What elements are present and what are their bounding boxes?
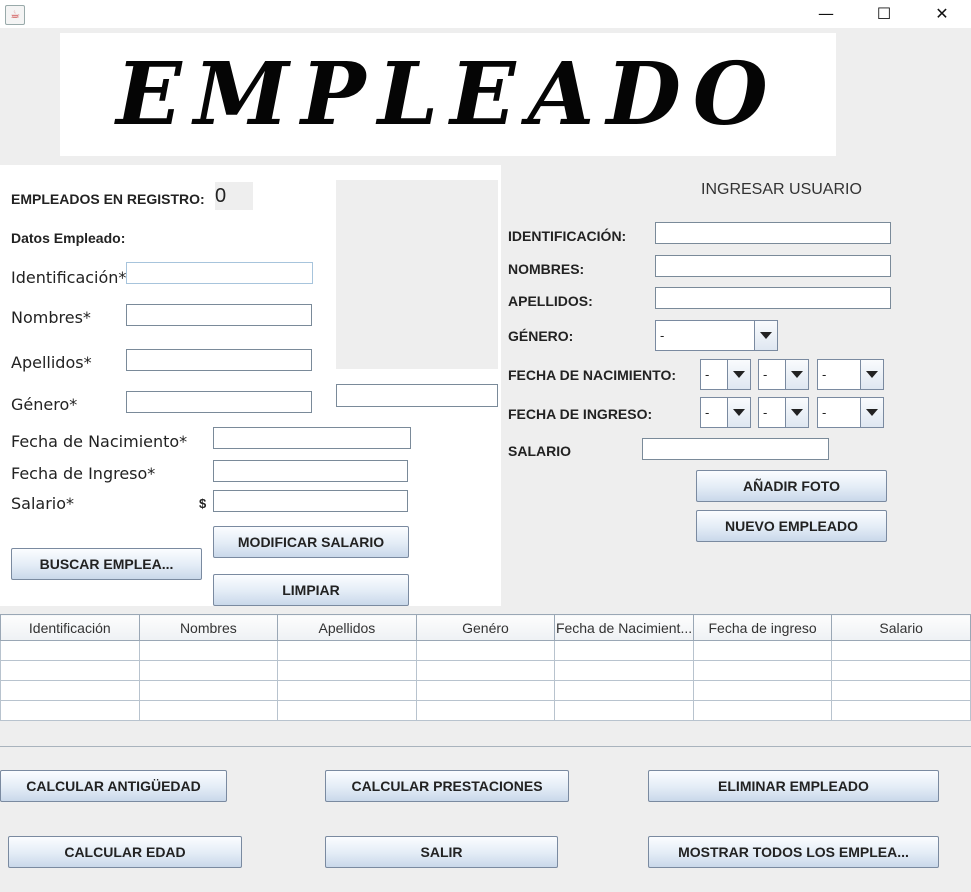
- table-row[interactable]: [0, 660, 971, 681]
- table-header-row: Identificación Nombres Apellidos Genéro …: [0, 614, 971, 641]
- eliminar-empleado-button[interactable]: ELIMINAR EMPLEADO: [648, 770, 939, 802]
- mostrar-todos-button[interactable]: MOSTRAR TODOS LOS EMPLEA...: [648, 836, 939, 868]
- r-nombres-field[interactable]: [655, 255, 891, 277]
- chevron-down-icon[interactable]: [860, 398, 883, 427]
- column-header[interactable]: Apellidos: [277, 614, 417, 641]
- employees-table[interactable]: Identificación Nombres Apellidos Genéro …: [0, 614, 971, 721]
- salario-label: Salario*: [11, 494, 75, 513]
- nacimiento-month-value: -: [763, 367, 768, 382]
- modificar-salario-button[interactable]: MODIFICAR SALARIO: [213, 526, 409, 558]
- column-header[interactable]: Salario: [831, 614, 971, 641]
- calcular-antiguedad-button[interactable]: CALCULAR ANTIGÜEDAD: [0, 770, 227, 802]
- ingreso-month-dropdown[interactable]: -: [758, 397, 809, 428]
- chevron-down-icon[interactable]: [860, 360, 883, 389]
- genero-selected: -: [660, 328, 665, 343]
- calcular-prestaciones-button[interactable]: CALCULAR PRESTACIONES: [325, 770, 569, 802]
- nacimiento-year-dropdown[interactable]: -: [817, 359, 884, 390]
- registro-count: 0: [215, 182, 253, 210]
- ingreso-day-dropdown[interactable]: -: [700, 397, 751, 428]
- fecha-ingreso-label: Fecha de Ingreso*: [11, 464, 156, 483]
- r-identificacion-label: IDENTIFICACIÓN:: [508, 228, 627, 244]
- r-fecha-nacimiento-label: FECHA DE NACIMIENTO:: [508, 367, 676, 383]
- ingreso-year-value: -: [822, 405, 827, 420]
- identificacion-field[interactable]: [126, 262, 313, 284]
- salario-field[interactable]: [213, 490, 408, 512]
- divider: [0, 746, 971, 747]
- column-header[interactable]: Identificación: [0, 614, 140, 641]
- nombres-label: Nombres*: [11, 308, 91, 327]
- identificacion-label: Identificación*: [11, 268, 127, 287]
- employee-photo: [336, 180, 498, 369]
- salir-button[interactable]: SALIR: [325, 836, 558, 868]
- r-salario-label: SALARIO: [508, 443, 571, 459]
- chevron-down-icon[interactable]: [785, 398, 808, 427]
- table-row[interactable]: [0, 680, 971, 701]
- calcular-edad-button[interactable]: CALCULAR EDAD: [8, 836, 242, 868]
- column-header[interactable]: Fecha de Nacimient...: [554, 614, 694, 641]
- fecha-ingreso-field[interactable]: [213, 460, 408, 482]
- table-row[interactable]: [0, 700, 971, 721]
- nuevo-empleado-button[interactable]: NUEVO EMPLEADO: [696, 510, 887, 542]
- r-fecha-ingreso-label: FECHA DE INGRESO:: [508, 406, 653, 422]
- apellidos-field[interactable]: [126, 349, 312, 371]
- photo-path-field[interactable]: [336, 384, 498, 407]
- ingreso-month-value: -: [763, 405, 768, 420]
- genero-dropdown[interactable]: -: [655, 320, 778, 351]
- banner-title: EMPLEADO: [116, 44, 780, 145]
- anadir-foto-button[interactable]: AÑADIR FOTO: [696, 470, 887, 502]
- column-header[interactable]: Fecha de ingreso: [692, 614, 833, 641]
- nacimiento-year-value: -: [822, 367, 827, 382]
- chevron-down-icon[interactable]: [727, 398, 750, 427]
- r-genero-label: GÉNERO:: [508, 328, 574, 344]
- nacimiento-month-dropdown[interactable]: -: [758, 359, 809, 390]
- genero-field[interactable]: [126, 391, 312, 413]
- nacimiento-day-dropdown[interactable]: -: [700, 359, 751, 390]
- fecha-nacimiento-field[interactable]: [213, 427, 411, 449]
- column-header[interactable]: Nombres: [138, 614, 279, 641]
- apellidos-label: Apellidos*: [11, 353, 92, 372]
- chevron-down-icon[interactable]: [754, 321, 777, 350]
- column-header[interactable]: Genéro: [415, 614, 556, 641]
- fecha-nacimiento-label: Fecha de Nacimiento*: [11, 432, 188, 451]
- r-identificacion-field[interactable]: [655, 222, 891, 244]
- limpiar-button[interactable]: LIMPIAR: [213, 574, 409, 606]
- maximize-button[interactable]: ☐: [855, 0, 913, 28]
- r-salario-field[interactable]: [642, 438, 829, 460]
- table-row[interactable]: [0, 640, 971, 661]
- close-button[interactable]: ✕: [913, 0, 971, 28]
- buscar-empleado-button[interactable]: BUSCAR EMPLEA...: [11, 548, 202, 580]
- r-apellidos-label: APELLIDOS:: [508, 293, 593, 309]
- r-apellidos-field[interactable]: [655, 287, 891, 309]
- nombres-field[interactable]: [126, 304, 312, 326]
- r-nombres-label: NOMBRES:: [508, 261, 585, 277]
- registro-label: EMPLEADOS EN REGISTRO:: [11, 191, 205, 207]
- minimize-button[interactable]: —: [797, 0, 855, 28]
- genero-label: Género*: [11, 395, 78, 414]
- nacimiento-day-value: -: [705, 367, 710, 382]
- java-cup-icon: ☕: [5, 5, 25, 25]
- section-title: Datos Empleado:: [11, 230, 126, 246]
- chevron-down-icon[interactable]: [727, 360, 750, 389]
- ingreso-year-dropdown[interactable]: -: [817, 397, 884, 428]
- chevron-down-icon[interactable]: [785, 360, 808, 389]
- ingresar-usuario-title: INGRESAR USUARIO: [701, 181, 862, 198]
- banner-image: EMPLEADO: [60, 33, 836, 156]
- currency-symbol: $: [199, 496, 207, 511]
- ingreso-day-value: -: [705, 405, 710, 420]
